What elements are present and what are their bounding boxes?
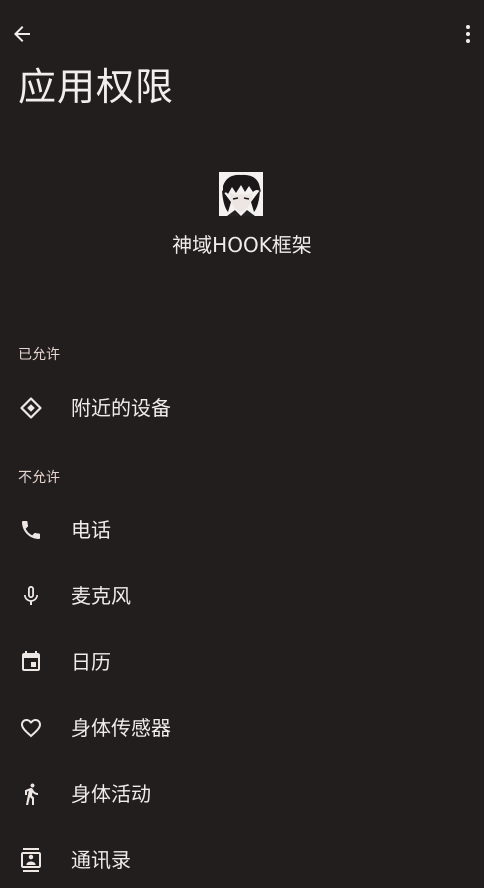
permission-item-physical-activity[interactable]: 身体活动 [0, 766, 484, 822]
app-icon [219, 172, 263, 216]
app-name: 神域HOOK框架 [172, 233, 312, 257]
permission-label: 身体活动 [71, 782, 151, 806]
permission-label: 麦克风 [71, 584, 131, 608]
back-button[interactable] [4, 16, 40, 52]
page-title: 应用权限 [18, 65, 175, 109]
permission-item-body-sensors[interactable]: 身体传感器 [0, 700, 484, 756]
walking-icon [18, 781, 44, 807]
permission-label: 身体传感器 [71, 716, 171, 740]
permission-item-phone[interactable]: 电话 [0, 502, 484, 558]
permission-item-nearby-devices[interactable]: 附近的设备 [0, 380, 484, 436]
calendar-icon [18, 649, 44, 675]
permission-label: 通讯录 [71, 848, 131, 872]
section-header-denied: 不允许 [18, 470, 60, 486]
permission-item-calendar[interactable]: 日历 [0, 634, 484, 690]
microphone-icon [18, 583, 44, 609]
nearby-devices-icon [18, 395, 44, 421]
heart-icon [18, 715, 44, 741]
section-header-allowed: 已允许 [18, 347, 60, 363]
arrow-left-icon [14, 26, 30, 42]
contacts-icon [18, 847, 44, 873]
permission-label: 日历 [71, 650, 111, 674]
permission-item-microphone[interactable]: 麦克风 [0, 568, 484, 624]
permission-item-contacts[interactable]: 通讯录 [0, 832, 484, 888]
permission-label: 电话 [71, 518, 111, 542]
phone-icon [18, 517, 44, 543]
more-options-button[interactable] [452, 16, 484, 52]
more-vert-icon [466, 25, 470, 43]
permission-label: 附近的设备 [71, 396, 171, 420]
